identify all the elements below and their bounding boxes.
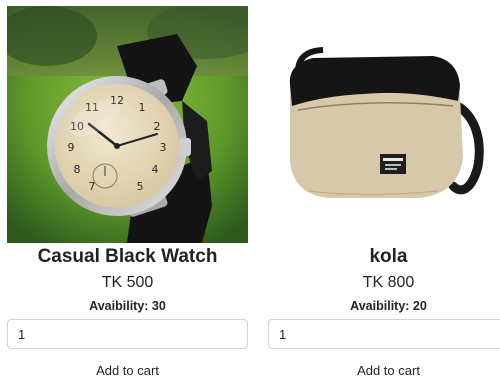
- product-name: Casual Black Watch: [37, 246, 218, 267]
- svg-text:8: 8: [74, 163, 81, 176]
- product-card: kola TK 800 Avaibility: 20 Add to cart: [268, 0, 500, 381]
- product-price: TK 800: [362, 274, 415, 291]
- quantity-input[interactable]: [7, 319, 248, 349]
- svg-text:2: 2: [154, 120, 161, 133]
- crossbody-bag-icon: [268, 6, 500, 243]
- svg-text:1: 1: [139, 101, 146, 114]
- product-name: kola: [369, 246, 408, 267]
- quantity-input[interactable]: [268, 319, 500, 349]
- product-availability: Avaibility: 30: [89, 299, 166, 313]
- add-to-cart-button[interactable]: Add to cart: [268, 359, 500, 381]
- product-price: TK 500: [101, 274, 154, 291]
- svg-text:4: 4: [152, 163, 159, 176]
- product-image-bag[interactable]: [268, 6, 500, 243]
- product-image-watch[interactable]: 12 1 2 3 4 5 7 8 9 10 11: [7, 6, 248, 243]
- svg-text:9: 9: [68, 141, 75, 154]
- product-card: 12 1 2 3 4 5 7 8 9 10 11 Casual Black Wa…: [7, 0, 248, 381]
- add-to-cart-button[interactable]: Add to cart: [7, 359, 248, 381]
- product-availability: Avaibility: 20: [350, 299, 427, 313]
- svg-text:5: 5: [137, 180, 144, 193]
- svg-text:3: 3: [160, 141, 167, 154]
- wristwatch-icon: 12 1 2 3 4 5 7 8 9 10 11: [7, 6, 248, 243]
- product-grid: 12 1 2 3 4 5 7 8 9 10 11 Casual Black Wa…: [0, 0, 500, 381]
